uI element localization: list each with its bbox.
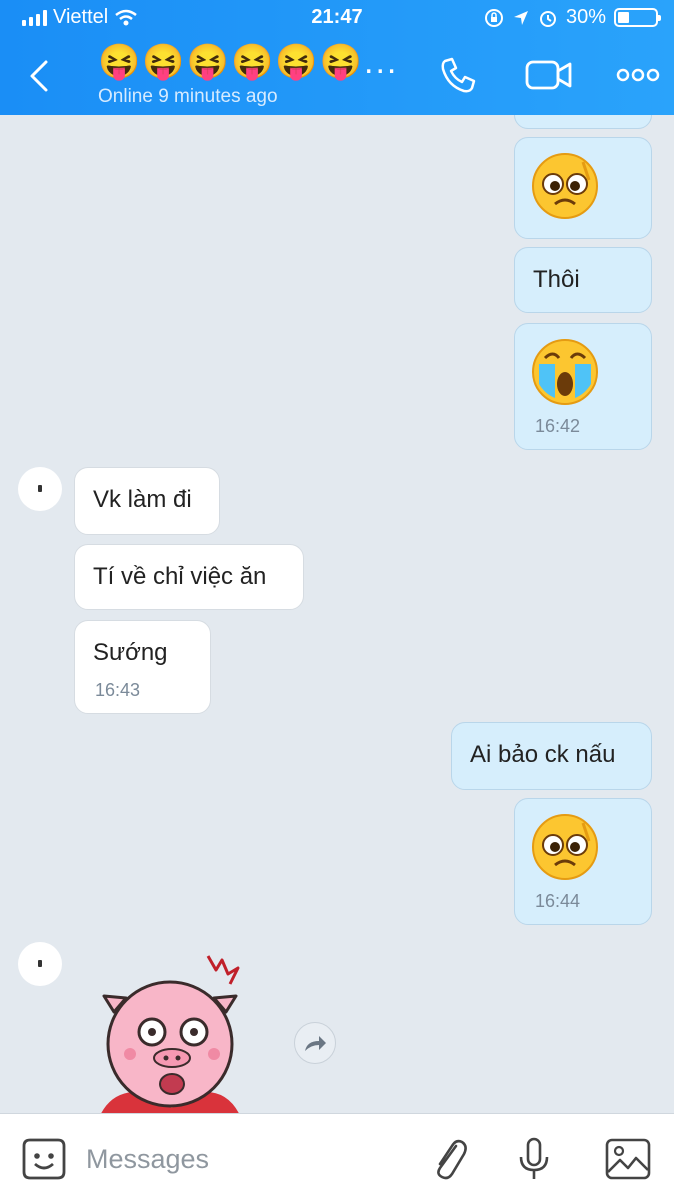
battery-icon	[614, 8, 661, 27]
message-time: 16:44	[535, 891, 581, 911]
battery-percent: 30%	[565, 6, 606, 28]
message-text: Sướng	[93, 639, 168, 666]
message-time: 16:42	[535, 416, 581, 436]
message-bubble[interactable]: Vk làm đi	[74, 467, 220, 535]
message-bubble-partial	[514, 115, 652, 129]
avatar[interactable]	[18, 467, 62, 511]
message-bubble[interactable]: Thôi	[514, 247, 652, 313]
microphone-icon[interactable]	[510, 1136, 558, 1182]
message-text: Ai bảo ck nấu	[470, 741, 616, 768]
message-bubble[interactable]: 16:44	[514, 798, 652, 925]
message-bubble[interactable]: Ai bảo ck nấu	[451, 722, 652, 790]
message-time: 16:43	[95, 680, 141, 700]
more-icon[interactable]	[614, 55, 662, 95]
crying-face-emoji	[532, 339, 598, 405]
online-status: Online 9 minutes ago	[98, 86, 278, 107]
alarm-icon	[539, 10, 556, 27]
share-icon	[305, 1036, 326, 1051]
orientation-lock-icon	[484, 8, 503, 27]
share-button[interactable]	[294, 1022, 336, 1064]
chat-header: Viettel 21:47 30% 😝😝😝😝😝😝... Online 9 min…	[0, 0, 674, 115]
pleading-face-emoji	[532, 814, 598, 880]
message-bubble[interactable]: 16:42	[514, 323, 652, 450]
pig-sticker[interactable]	[90, 950, 260, 1113]
status-right: 30%	[484, 6, 661, 29]
video-icon[interactable]	[524, 55, 574, 95]
battery-fill	[618, 12, 629, 23]
location-icon	[513, 10, 528, 25]
composer-bar	[0, 1113, 674, 1201]
message-text: Tí về chỉ việc ăn	[93, 563, 267, 590]
image-icon[interactable]	[604, 1136, 652, 1182]
back-icon[interactable]	[22, 58, 58, 94]
attachment-icon[interactable]	[426, 1136, 474, 1182]
pleading-face-emoji	[532, 153, 598, 219]
message-bubble[interactable]: Sướng 16:43	[74, 620, 211, 714]
status-bar: Viettel 21:47 30%	[0, 0, 674, 36]
message-input[interactable]	[84, 1138, 408, 1180]
message-text: Thôi	[533, 266, 580, 293]
phone-icon[interactable]	[436, 55, 480, 95]
sticker-icon[interactable]	[20, 1136, 68, 1182]
message-bubble[interactable]	[514, 137, 652, 239]
avatar[interactable]	[18, 942, 62, 986]
message-text: Vk làm đi	[93, 486, 192, 513]
message-bubble[interactable]: Tí về chỉ việc ăn	[74, 544, 304, 610]
conversation-title[interactable]: 😝😝😝😝😝😝...	[98, 42, 398, 82]
message-list[interactable]: Thôi 16:42 Vk làm đi Tí về chỉ việc ăn S…	[0, 115, 674, 1113]
